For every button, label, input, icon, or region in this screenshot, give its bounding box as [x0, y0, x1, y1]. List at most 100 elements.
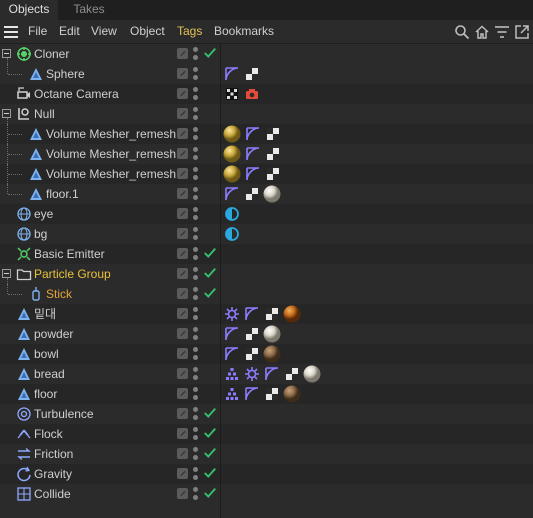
collapse-toggle-icon[interactable] [2, 49, 11, 58]
menu-edit[interactable]: Edit [59, 20, 80, 44]
layer-edit-icon[interactable] [177, 348, 188, 359]
object-row[interactable]: Cloner [0, 44, 533, 64]
phong-tag-icon[interactable] [263, 365, 281, 383]
menu-view[interactable]: View [91, 20, 117, 44]
layer-edit-icon[interactable] [177, 188, 188, 199]
octane-render-tag-icon[interactable] [243, 85, 261, 103]
material-white-icon[interactable] [263, 185, 281, 203]
object-name[interactable]: Octane Camera [34, 84, 119, 104]
material-yellow-icon[interactable] [223, 125, 241, 143]
layer-edit-icon[interactable] [177, 428, 188, 439]
object-row[interactable]: bowl [0, 344, 533, 364]
menu-tags[interactable]: Tags [177, 20, 202, 44]
visibility-dots-icon[interactable] [193, 66, 199, 82]
uvw-tag-icon[interactable] [264, 145, 282, 163]
object-name[interactable]: 밑대 [34, 304, 56, 324]
uvw-tag-icon[interactable] [263, 385, 281, 403]
layer-edit-icon[interactable] [177, 288, 188, 299]
object-row[interactable]: eye [0, 204, 533, 224]
object-row[interactable]: Octane Camera [0, 84, 533, 104]
pyramid-tag-icon[interactable] [223, 385, 241, 403]
phong-tag-icon[interactable] [223, 345, 241, 363]
object-row[interactable]: Particle Group [0, 264, 533, 284]
object-name[interactable]: Friction [34, 444, 73, 464]
object-row[interactable]: powder [0, 324, 533, 344]
material-white-icon[interactable] [263, 325, 281, 343]
object-row[interactable]: floor [0, 384, 533, 404]
visibility-dots-icon[interactable] [193, 126, 199, 142]
visibility-dots-icon[interactable] [193, 286, 199, 302]
visibility-dots-icon[interactable] [193, 486, 199, 502]
visibility-dots-icon[interactable] [193, 206, 199, 222]
visibility-dots-icon[interactable] [193, 106, 199, 122]
object-name[interactable]: floor [34, 384, 57, 404]
phong-tag-icon[interactable] [243, 385, 261, 403]
object-name[interactable]: bread [34, 364, 65, 384]
object-row[interactable]: Sphere [0, 64, 533, 84]
layer-edit-icon[interactable] [177, 488, 188, 499]
object-name[interactable]: Basic Emitter [34, 244, 105, 264]
object-row[interactable]: bg [0, 224, 533, 244]
layer-edit-icon[interactable] [177, 408, 188, 419]
uvw-tag-icon[interactable] [243, 325, 261, 343]
layer-edit-icon[interactable] [177, 448, 188, 459]
visibility-dots-icon[interactable] [193, 46, 199, 62]
phong-tag-icon[interactable] [244, 145, 262, 163]
object-row[interactable]: 밑대 [0, 304, 533, 324]
object-name[interactable]: bg [34, 224, 47, 244]
layer-edit-icon[interactable] [177, 108, 188, 119]
layer-edit-icon[interactable] [177, 148, 188, 159]
object-row[interactable]: Stick [0, 284, 533, 304]
layer-edit-icon[interactable] [177, 268, 188, 279]
uvw-tag-icon[interactable] [243, 185, 261, 203]
object-name[interactable]: Volume Mesher_remesh [46, 164, 176, 184]
uvw-tag-icon[interactable] [243, 345, 261, 363]
visibility-dots-icon[interactable] [193, 386, 199, 402]
object-row[interactable]: Friction [0, 444, 533, 464]
phong-tag-icon[interactable] [244, 165, 262, 183]
collapse-toggle-icon[interactable] [2, 109, 11, 118]
menu-bookmarks[interactable]: Bookmarks [214, 20, 274, 44]
layer-edit-icon[interactable] [177, 228, 188, 239]
visibility-dots-icon[interactable] [193, 446, 199, 462]
layer-edit-icon[interactable] [177, 48, 188, 59]
open-window-icon[interactable] [514, 24, 530, 40]
object-name[interactable]: floor.1 [46, 184, 79, 204]
object-name[interactable]: Stick [46, 284, 72, 304]
material-yellow-icon[interactable] [223, 165, 241, 183]
uvw-tag-icon[interactable] [283, 365, 301, 383]
layer-edit-icon[interactable] [177, 368, 188, 379]
hamburger-menu-icon[interactable] [3, 24, 19, 40]
material-white-icon[interactable] [303, 365, 321, 383]
material-orange-icon[interactable] [283, 305, 301, 323]
menu-object[interactable]: Object [130, 20, 165, 44]
layer-edit-icon[interactable] [177, 248, 188, 259]
object-row[interactable]: Collide [0, 484, 533, 504]
object-name[interactable]: bowl [34, 344, 59, 364]
phong-tag-icon[interactable] [223, 185, 241, 203]
layer-edit-icon[interactable] [177, 68, 188, 79]
phong-tag-icon[interactable] [223, 65, 241, 83]
object-row[interactable]: Volume Mesher_remesh [0, 164, 533, 184]
uvw-tag-icon[interactable] [243, 65, 261, 83]
object-name[interactable]: Collide [34, 484, 71, 504]
visibility-dots-icon[interactable] [193, 86, 199, 102]
phong-tag-icon[interactable] [223, 325, 241, 343]
object-name[interactable]: Flock [34, 424, 63, 444]
object-name[interactable]: eye [34, 204, 53, 224]
visibility-dots-icon[interactable] [193, 426, 199, 442]
uvw-tag-icon[interactable] [264, 125, 282, 143]
gear-tag-icon[interactable] [223, 305, 241, 323]
visibility-dots-icon[interactable] [193, 226, 199, 242]
object-name[interactable]: Sphere [46, 64, 85, 84]
phong-tag-icon[interactable] [243, 305, 261, 323]
tab-takes[interactable]: Takes [60, 0, 118, 20]
object-row[interactable]: Turbulence [0, 404, 533, 424]
material-yellow-icon[interactable] [223, 145, 241, 163]
uvw-tag-icon[interactable] [263, 305, 281, 323]
layer-edit-icon[interactable] [177, 328, 188, 339]
object-row[interactable]: Null [0, 104, 533, 124]
visibility-dots-icon[interactable] [193, 146, 199, 162]
object-name[interactable]: Particle Group [34, 264, 111, 284]
phong-tag-icon[interactable] [244, 125, 262, 143]
